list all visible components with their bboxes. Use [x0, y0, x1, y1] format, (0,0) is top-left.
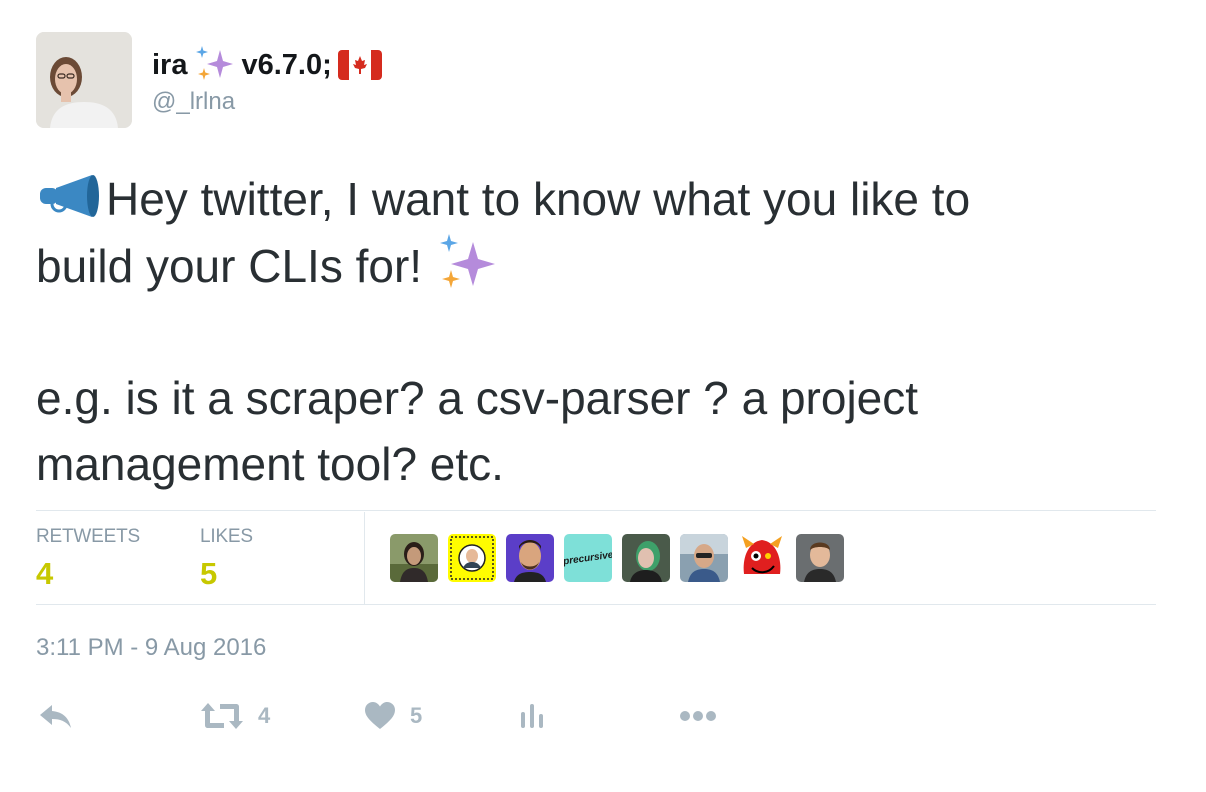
tweet-timestamp[interactable]: 3:11 PM - 9 Aug 2016: [36, 634, 266, 662]
retweets-label: RETWEETS: [36, 526, 140, 547]
display-name[interactable]: ira v6.7.0;: [152, 44, 382, 86]
retweets-count: 4: [36, 556, 54, 591]
liker-avatar-6[interactable]: [680, 534, 728, 582]
liker-avatar-3[interactable]: [506, 534, 554, 582]
reply-button[interactable]: [38, 696, 74, 736]
megaphone-icon: [40, 175, 99, 217]
retweet-button[interactable]: 4: [200, 696, 270, 736]
retweet-icon: [201, 703, 243, 729]
like-button[interactable]: 5: [364, 696, 422, 736]
tweet-line-2-text: build your CLIs for!: [36, 240, 423, 292]
tweet-line-3: e.g. is it a scraper? a csv-parser ? a p…: [36, 372, 919, 424]
retweet-action-count: 4: [258, 703, 271, 728]
profile-photo-icon: [36, 32, 132, 128]
sparkles-icon: [439, 234, 495, 288]
canada-flag-icon: [337, 50, 382, 80]
liker-avatar-4-precursive[interactable]: precursive: [564, 534, 612, 582]
more-icon: [680, 711, 716, 721]
stats-top-divider: [36, 510, 1156, 511]
tweet-line-2: build your CLIs for!: [36, 232, 1146, 299]
stats-vertical-divider: [364, 512, 365, 604]
tweet-line-4: management tool? etc.: [36, 438, 504, 490]
reply-icon: [40, 705, 71, 728]
liker-avatar-5[interactable]: [622, 534, 670, 582]
liker-avatar-2-snapcode[interactable]: [448, 534, 496, 582]
like-action-count: 5: [410, 703, 423, 728]
likes-stat[interactable]: LIKES 5: [200, 526, 253, 592]
analytics-button[interactable]: [518, 696, 546, 736]
tweet-line-1-text: Hey twitter, I want to know what you lik…: [106, 173, 971, 225]
liker-4-text: precursive: [564, 549, 612, 567]
likes-count: 5: [200, 556, 218, 591]
liker-avatar-8[interactable]: [796, 534, 844, 582]
liker-avatar-7[interactable]: [738, 534, 786, 582]
version-text: v6.7.0;: [241, 48, 332, 81]
liker-avatar-1[interactable]: [390, 534, 438, 582]
heart-icon: [365, 702, 395, 729]
display-name-text: ira: [152, 48, 188, 81]
user-handle[interactable]: @_lrlna: [152, 88, 235, 116]
likes-label: LIKES: [200, 526, 253, 547]
avatar[interactable]: [36, 32, 132, 128]
analytics-icon: [521, 704, 543, 728]
stats-bottom-divider: [36, 604, 1156, 605]
tweet-text: Hey twitter, I want to know what you lik…: [36, 166, 1146, 497]
retweets-stat[interactable]: RETWEETS 4: [36, 526, 140, 592]
more-button[interactable]: [678, 696, 718, 736]
likers-list: precursive: [390, 534, 844, 582]
sparkles-icon: [196, 46, 234, 80]
tweet-line-1: Hey twitter, I want to know what you lik…: [36, 166, 1146, 232]
